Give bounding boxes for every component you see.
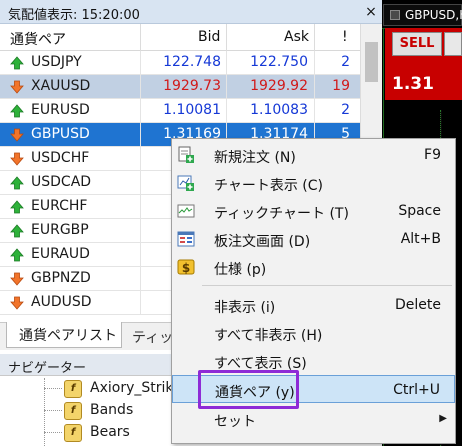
- symbol-name: EURCHF: [31, 198, 88, 214]
- arrow-down-icon: [10, 128, 24, 142]
- indicator-icon: f: [64, 380, 82, 398]
- symbol-name: EURUSD: [31, 102, 90, 118]
- sell-price: 1.31: [392, 74, 434, 94]
- ask-price: 1.10083: [250, 102, 308, 118]
- market-watch-title: 気配値表示: 15:20:00: [8, 8, 140, 23]
- spread-value: 2: [341, 54, 350, 70]
- arrow-down-icon: [10, 296, 24, 310]
- symbol-name: GBPUSD: [31, 126, 90, 142]
- ask-price: 1929.92: [250, 78, 308, 94]
- arrow-up-icon: [10, 104, 24, 118]
- menu-item-depth-of-market[interactable]: 板注文画面 (D) Alt+B: [172, 225, 455, 253]
- bid-price: 1929.73: [163, 78, 221, 94]
- tab-symbols-list[interactable]: 通貨ペアリスト: [6, 322, 122, 348]
- menu-item-label: チャート表示 (C): [214, 178, 324, 194]
- symbol-name: EURGBP: [31, 222, 89, 238]
- sell-button[interactable]: SELL: [392, 32, 442, 56]
- menu-item-shortcut: Space: [398, 203, 441, 219]
- symbol-row[interactable]: XAUUSD 1929.73 1929.92 19: [0, 75, 360, 99]
- menu-item-label: 非表示 (i): [214, 300, 276, 316]
- chart-tab[interactable]: GBPUSD,H: [383, 4, 462, 26]
- menu-item-tick-chart[interactable]: ティックチャート (T) Space: [172, 197, 455, 225]
- submenu-arrow-icon: ▶: [439, 413, 447, 424]
- symbol-row[interactable]: EURUSD 1.10081 1.10083 2: [0, 99, 360, 123]
- symbol-name: AUDUSD: [31, 294, 92, 310]
- symbol-name: USDJPY: [31, 54, 82, 70]
- menu-item-label: 板注文画面 (D): [214, 234, 311, 250]
- ask-price: 122.750: [250, 54, 308, 70]
- chart-tab-title: GBPUSD,H: [405, 8, 462, 22]
- navigator-item-label: Axiory_Strik: [90, 380, 174, 396]
- arrow-down-icon: [10, 152, 24, 166]
- menu-item-specification[interactable]: $ 仕様 (p): [172, 253, 455, 281]
- arrow-up-icon: [10, 56, 24, 70]
- symbol-name: GBPNZD: [31, 270, 91, 286]
- menu-item-label: セット: [214, 414, 256, 430]
- menu-separator: [202, 285, 452, 286]
- market-watch-titlebar: 気配値表示: 15:20:00 ×: [0, 0, 382, 24]
- arrow-down-icon: [10, 80, 24, 94]
- symbol-name: XAUUSD: [31, 78, 91, 94]
- menu-item-hide-all[interactable]: すべて非表示 (H): [172, 319, 455, 347]
- symbol-name: EURAUD: [31, 246, 90, 262]
- tick-chart-icon: [177, 204, 195, 218]
- scrollbar-thumb[interactable]: [365, 42, 378, 82]
- chart-tab-icon: [390, 10, 400, 20]
- menu-item-hide[interactable]: 非表示 (i) Delete: [172, 291, 455, 319]
- market-watch-header: 通貨ペア Bid Ask !: [0, 24, 360, 51]
- column-header-spread[interactable]: !: [342, 29, 348, 45]
- indicator-icon: f: [64, 402, 82, 420]
- menu-item-chart-window[interactable]: チャート表示 (C): [172, 169, 455, 197]
- menu-item-shortcut: Delete: [395, 297, 441, 313]
- navigator-title: ナビゲーター: [8, 361, 87, 376]
- chart-window-icon: [177, 175, 194, 191]
- arrow-down-icon: [10, 272, 24, 286]
- menu-item-shortcut: F9: [424, 147, 441, 163]
- arrow-up-icon: [10, 200, 24, 214]
- symbol-name: USDCHF: [31, 150, 90, 166]
- new-order-icon: [178, 146, 194, 163]
- column-header-bid[interactable]: Bid: [198, 29, 220, 45]
- symbol-row[interactable]: USDJPY 122.748 122.750 2: [0, 51, 360, 75]
- symbol-name: USDCAD: [31, 174, 92, 190]
- spread-value: 2: [341, 102, 350, 118]
- menu-item-label: 新規注文 (N): [214, 150, 296, 166]
- menu-item-sets[interactable]: セット ▶: [172, 405, 455, 433]
- specification-icon: $: [177, 259, 195, 275]
- arrow-up-icon: [10, 224, 24, 238]
- arrow-up-icon: [10, 248, 24, 262]
- tab-tick-chart[interactable]: ティッ: [132, 327, 173, 347]
- depth-of-market-icon: [177, 231, 195, 247]
- bid-price: 1.10081: [163, 102, 221, 118]
- spread-value: 19: [332, 78, 350, 94]
- lot-dropdown[interactable]: [444, 32, 462, 56]
- svg-text:$: $: [182, 261, 190, 275]
- column-header-ask[interactable]: Ask: [284, 29, 309, 45]
- navigator-item-label: Bands: [90, 402, 134, 418]
- bid-price: 122.748: [163, 54, 221, 70]
- menu-item-new-order[interactable]: 新規注文 (N) F9: [172, 141, 455, 169]
- highlight-annotation: [198, 370, 299, 409]
- column-header-symbol[interactable]: 通貨ペア: [10, 29, 66, 49]
- arrow-up-icon: [10, 176, 24, 190]
- close-icon[interactable]: ×: [362, 3, 380, 21]
- menu-item-label: 仕様 (p): [214, 262, 267, 278]
- indicator-icon: f: [64, 424, 82, 442]
- menu-item-shortcut: Ctrl+U: [393, 382, 440, 398]
- menu-item-shortcut: Alt+B: [400, 231, 441, 247]
- menu-item-label: ティックチャート (T): [214, 206, 349, 222]
- menu-item-label: すべて非表示 (H): [214, 328, 323, 344]
- navigator-item-label: Bears: [90, 424, 130, 440]
